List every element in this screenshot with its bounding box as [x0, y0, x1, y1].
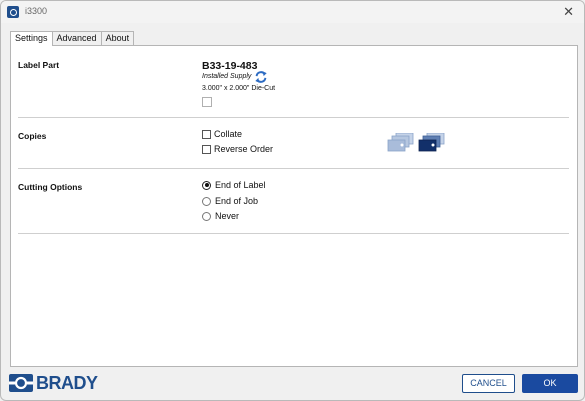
checkbox-box[interactable]: [202, 144, 211, 154]
brady-logo: BRADY: [9, 373, 98, 393]
checkbox-box[interactable]: [202, 129, 211, 139]
brady-logo-icon: [9, 374, 33, 392]
part-number: B33-19-483: [202, 60, 258, 72]
radio-button[interactable]: [202, 180, 211, 190]
reverse-order-label: Reverse Order: [214, 144, 274, 154]
installed-supply-text: Installed Supply: [202, 73, 252, 80]
collate-pages-icon: [387, 133, 414, 152]
tab-bar: Settings Advanced About: [10, 31, 135, 46]
tab-advanced[interactable]: Advanced: [51, 31, 102, 45]
collate-label: Collate: [214, 129, 243, 139]
close-icon[interactable]: ✕: [563, 4, 574, 20]
label-part-title: Label Part: [18, 60, 60, 70]
label-dimensions: 3.000" x 2.000" Die-Cut: [202, 85, 276, 92]
cancel-button[interactable]: CANCEL: [462, 374, 515, 393]
radio-button[interactable]: [202, 211, 211, 221]
cutting-options-title: Cutting Options: [18, 182, 83, 192]
reverse-order-checkbox[interactable]: Reverse Order: [202, 144, 273, 154]
end-of-job-text: End of Job: [215, 196, 259, 206]
collate-checkbox[interactable]: Collate: [202, 129, 242, 139]
never-text: Never: [215, 211, 240, 221]
end-of-label-text: End of Label: [215, 180, 266, 190]
copies-title: Copies: [18, 131, 47, 141]
radio-button[interactable]: [202, 196, 211, 206]
app-icon: [7, 6, 19, 18]
refresh-icon[interactable]: [254, 70, 268, 84]
brady-brand-text: BRADY: [36, 372, 98, 393]
label-preview-box: [202, 97, 212, 107]
section-divider: [18, 168, 569, 169]
ok-button[interactable]: OK: [522, 374, 578, 393]
radio-end-of-job[interactable]: End of Job: [202, 196, 258, 206]
window-title: i3300: [25, 6, 48, 16]
settings-panel: Label Part B33-19-483 Installed Supply 3…: [10, 45, 578, 367]
tab-settings[interactable]: Settings: [10, 31, 53, 46]
title-bar: i3300 ✕: [1, 1, 584, 23]
radio-never[interactable]: Never: [202, 211, 239, 221]
section-divider: [18, 233, 569, 234]
tab-about[interactable]: About: [100, 31, 135, 45]
section-divider: [18, 117, 569, 118]
reverse-pages-icon: [418, 133, 445, 152]
printer-dialog: i3300 ✕ Settings Advanced About Label Pa…: [0, 0, 585, 401]
radio-end-of-label[interactable]: End of Label: [202, 180, 266, 190]
